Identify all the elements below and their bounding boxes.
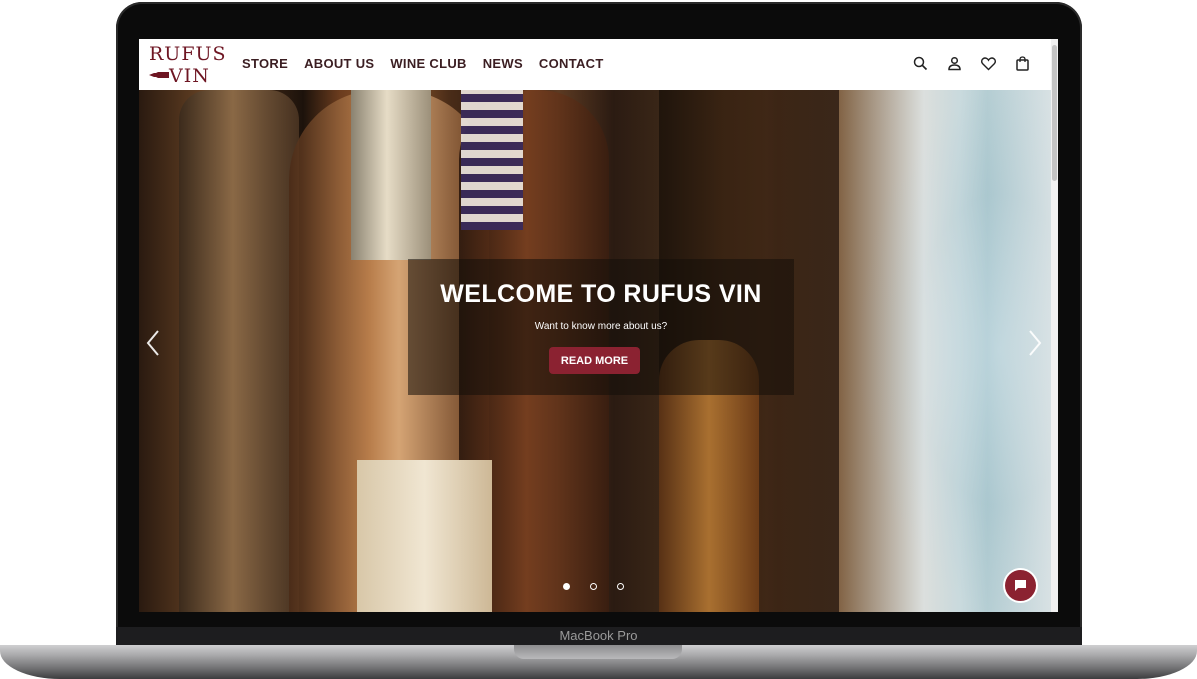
- hero-bg-bottle: [179, 90, 299, 612]
- hero-bg-label: [357, 460, 492, 612]
- next-slide-chevron-icon[interactable]: [1024, 328, 1044, 358]
- website-screen: RUFUS VIN STORE ABOUT US WINE CLUB NEWS …: [139, 39, 1058, 612]
- slide-dot-1[interactable]: [563, 583, 570, 590]
- hero-bg-window: [839, 90, 1051, 612]
- slide-dot-2[interactable]: [590, 583, 597, 590]
- page-scrollbar[interactable]: [1051, 39, 1058, 612]
- hero-title: WELCOME TO RUFUS VIN: [440, 280, 762, 308]
- hero-slider: WELCOME TO RUFUS VIN Want to know more a…: [139, 90, 1051, 612]
- chat-bubble-icon: [1015, 580, 1026, 591]
- hero-bg-capsule: [351, 90, 431, 260]
- slide-dot-3[interactable]: [617, 583, 624, 590]
- hero-bg-capsule: [461, 90, 523, 230]
- search-icon[interactable]: [912, 55, 929, 72]
- account-icon[interactable]: [946, 55, 963, 72]
- device-label: MacBook Pro: [559, 628, 638, 643]
- logo-bottle-icon: [149, 72, 169, 78]
- previous-slide-chevron-icon[interactable]: [144, 328, 164, 358]
- site-logo[interactable]: RUFUS VIN: [147, 42, 226, 88]
- read-more-button[interactable]: READ MORE: [549, 347, 640, 374]
- hero-subtitle: Want to know more about us?: [534, 321, 668, 332]
- menu-item-store[interactable]: STORE: [242, 56, 288, 71]
- logo-line-1: RUFUS: [149, 43, 227, 65]
- chat-button[interactable]: [1005, 570, 1036, 601]
- menu-item-news[interactable]: NEWS: [483, 56, 523, 71]
- header-tools: [912, 55, 1031, 72]
- logo-line-2: VIN: [169, 65, 210, 87]
- slide-pagination: [563, 583, 624, 590]
- heart-icon[interactable]: [980, 55, 997, 72]
- shopping-bag-icon[interactable]: [1014, 55, 1031, 72]
- menu-item-about-us[interactable]: ABOUT US: [304, 56, 374, 71]
- laptop-notch: [514, 645, 682, 659]
- site-header: RUFUS VIN STORE ABOUT US WINE CLUB NEWS …: [139, 39, 1051, 90]
- menu-item-contact[interactable]: CONTACT: [539, 56, 604, 71]
- scrollbar-thumb[interactable]: [1052, 45, 1057, 181]
- menu-item-wine-club[interactable]: WINE CLUB: [390, 56, 466, 71]
- main-menu: STORE ABOUT US WINE CLUB NEWS CONTACT: [242, 56, 604, 71]
